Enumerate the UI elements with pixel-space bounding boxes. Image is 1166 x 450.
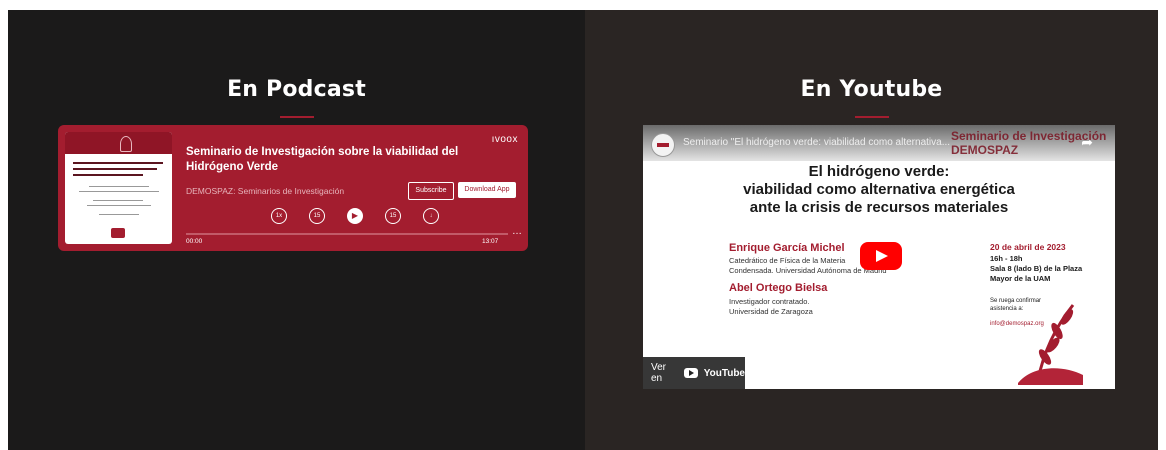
play-icon (876, 250, 888, 262)
speaker2-desc-line: Universidad de Zaragoza (729, 307, 813, 316)
event-info-line: Sala 8 (lado B) de la Plaza (990, 264, 1083, 273)
cover-text-line (99, 214, 139, 215)
cover-text-line (73, 174, 143, 176)
forward-15-icon[interactable]: 15 (385, 208, 401, 224)
time-total: 13:07 (482, 238, 499, 245)
cover-text-line (73, 168, 157, 170)
youtube-panel: En Youtube Seminario "El hidrógeno verde… (585, 10, 1158, 450)
page-frame: En Podcast Seminario de Investigación so… (8, 10, 1158, 450)
rewind-15-icon[interactable]: 15 (309, 208, 325, 224)
subscribe-button[interactable]: Subscribe (408, 182, 454, 200)
event-info: 16h - 18h Sala 8 (lado B) de la Plaza Ma… (990, 254, 1100, 284)
youtube-icon (684, 368, 698, 378)
cover-text-line (73, 162, 163, 164)
cover-text-line (93, 200, 143, 201)
event-date: 20 de abril de 2023 (990, 242, 1066, 252)
speaker1-name: Enrique García Michel (729, 242, 845, 254)
speed-icon[interactable]: 1x (271, 208, 287, 224)
download-icon[interactable]: ↓ (423, 208, 439, 224)
more-options-icon[interactable]: … (512, 226, 522, 237)
play-icon[interactable]: ▶ (347, 208, 363, 224)
youtube-heading-underline (854, 116, 889, 118)
cover-text-line (87, 205, 151, 206)
channel-name[interactable]: DEMOSPAZ: Seminarios de Investigación (186, 186, 344, 196)
download-app-button[interactable]: Download App (458, 182, 516, 198)
event-info-line: 16h - 18h (990, 254, 1023, 263)
channel-avatar[interactable] (651, 133, 675, 157)
progress-bar[interactable] (186, 233, 508, 235)
speaker2-name: Abel Ortego Bielsa (729, 282, 828, 294)
watch-on-label: Ver en (651, 362, 667, 384)
channel-avatar-mark (657, 143, 669, 147)
playback-controls: 1x 15 ▶ 15 ↓ (271, 205, 439, 227)
time-elapsed: 00:00 (186, 238, 203, 245)
thumbnail-title-line: ante la crisis de recursos materiales (749, 199, 1009, 216)
event-info-line: Mayor de la UAM (990, 274, 1051, 283)
cover-text-line (89, 186, 149, 187)
podcast-cover-image[interactable] (65, 132, 172, 244)
video-top-bar: Seminario "El hidrógeno verde: viabilida… (643, 125, 1115, 161)
youtube-wordmark: YouTube (703, 367, 745, 379)
thumbnail-title: El hidrógeno verde: viabilidad como alte… (643, 163, 1115, 217)
thumbnail-title-line: El hidrógeno verde: (808, 163, 950, 180)
speaker2-desc: Investigador contratado. Universidad de … (729, 297, 813, 317)
youtube-embed[interactable]: Seminario "El hidrógeno verde: viabilida… (643, 125, 1115, 389)
episode-title[interactable]: Seminario de Investigación sobre la viab… (186, 145, 471, 175)
cover-logo (111, 228, 125, 238)
ivoox-logo[interactable]: ıvoox (492, 134, 518, 145)
watch-on-youtube-button[interactable]: Ver en YouTube (643, 357, 745, 389)
cover-text-line (79, 191, 159, 192)
speaker2-desc-line: Investigador contratado. (729, 297, 810, 306)
share-icon[interactable]: ➦ (1081, 134, 1093, 151)
podcast-heading-underline (279, 116, 314, 118)
podcast-heading: En Podcast (227, 77, 366, 102)
cover-banner (65, 132, 172, 154)
youtube-heading: En Youtube (800, 77, 943, 102)
hand-icon (120, 136, 132, 152)
olive-branch-icon (1018, 304, 1083, 385)
thumbnail-title-line: viabilidad como alternativa energética (743, 181, 1015, 198)
play-button[interactable] (860, 242, 902, 270)
podcast-player[interactable]: Seminario de Investigación sobre la viab… (58, 125, 528, 251)
podcast-panel: En Podcast Seminario de Investigación so… (8, 10, 585, 450)
